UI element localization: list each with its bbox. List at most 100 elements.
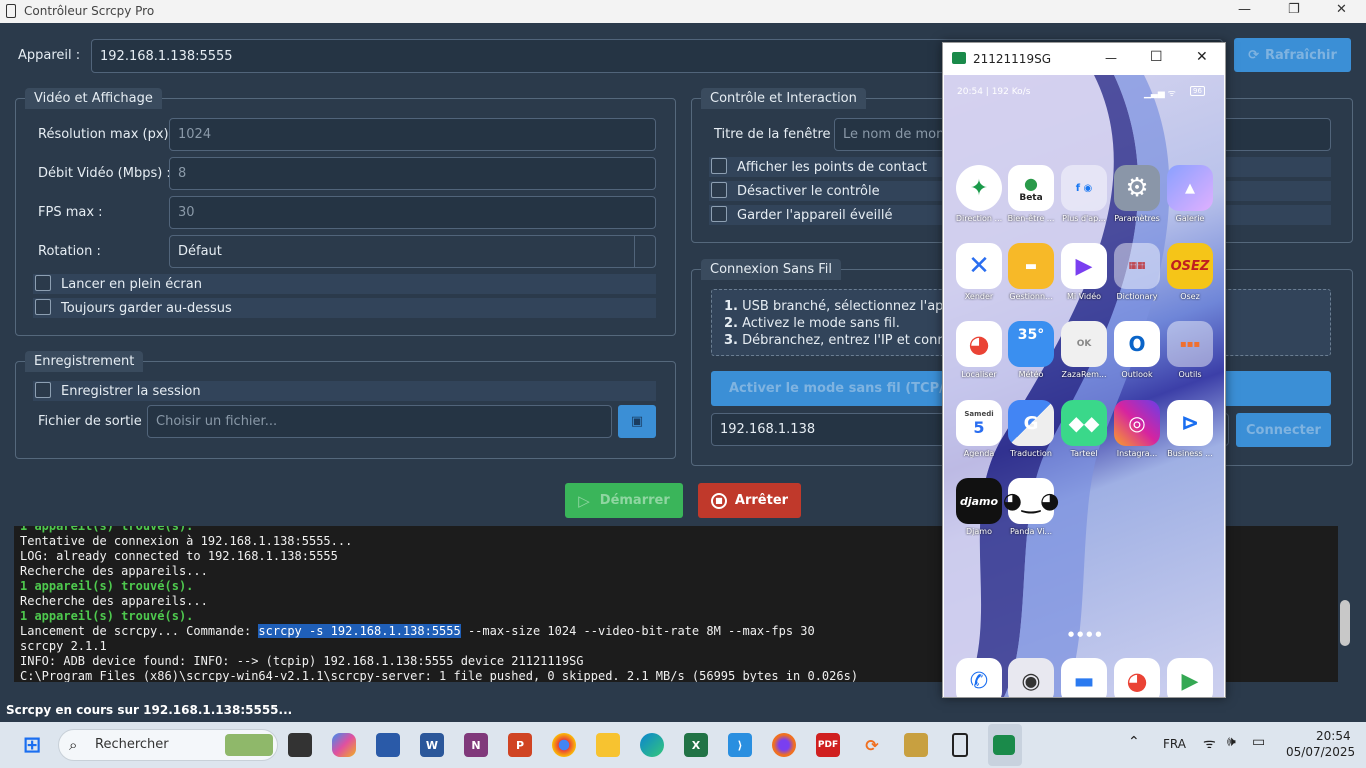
folder-apps-icon: f ◉ bbox=[1061, 165, 1107, 211]
firefox-icon[interactable] bbox=[772, 733, 796, 757]
bitrate-placeholder: 8 bbox=[178, 166, 187, 181]
awake-label: Garder l'appareil éveillé bbox=[737, 208, 893, 223]
taskbar: ⊞ ⌕ Rechercher W N P X ⟩ PDF ⟳ ⌃ FRA ᯤ 🕪… bbox=[0, 722, 1366, 768]
app-xender[interactable]: ✕ Xender bbox=[954, 243, 1004, 301]
log-selection: scrcpy -s 192.168.1.138:5555 bbox=[258, 624, 461, 638]
language-indicator[interactable]: FRA bbox=[1163, 737, 1186, 751]
record-group-title: Enregistrement bbox=[25, 351, 144, 372]
connect-button[interactable]: Connecter bbox=[1236, 413, 1331, 447]
onenote-icon[interactable]: N bbox=[464, 733, 488, 757]
chrome-taskbar-icon[interactable] bbox=[552, 733, 576, 757]
stop-button[interactable]: ■ Arrêter bbox=[698, 483, 801, 518]
app-business[interactable]: ⊳ Business ... bbox=[1165, 400, 1215, 458]
dock-camera[interactable]: ◉ bbox=[1006, 658, 1056, 697]
excel-icon[interactable]: X bbox=[684, 733, 708, 757]
phone-close-icon[interactable]: ✕ bbox=[1196, 49, 1208, 65]
vscode-icon[interactable]: ⟩ bbox=[728, 733, 752, 757]
touches-checkbox[interactable] bbox=[711, 158, 727, 174]
clock-time[interactable]: 20:54 bbox=[1316, 729, 1351, 743]
word-icon[interactable]: W bbox=[420, 733, 444, 757]
phone-maximize-icon[interactable]: ☐ bbox=[1150, 49, 1163, 65]
instruction-step-2: 2. Activez le mode sans fil. bbox=[724, 316, 900, 331]
taskbar-search[interactable]: ⌕ Rechercher bbox=[58, 729, 278, 761]
start-label: Démarrer bbox=[599, 493, 670, 508]
app-zazaremote[interactable]: OK ZazaRem... bbox=[1059, 321, 1109, 379]
loading-app-icon[interactable]: ⟳ bbox=[860, 733, 884, 757]
minimize-icon[interactable]: — bbox=[1238, 2, 1251, 17]
app-label: Localiser bbox=[961, 370, 997, 379]
fullscreen-checkbox[interactable] bbox=[35, 275, 51, 291]
app-agenda[interactable]: Samedi 5 Agenda bbox=[954, 400, 1004, 458]
phone-screen[interactable]: 20:54 | 192 Ko/s ▁▃▅ ᯤ 96 ✦ Direction ...… bbox=[944, 75, 1224, 697]
console-scrollbar[interactable] bbox=[1340, 600, 1350, 646]
app-label: Outlook bbox=[1121, 370, 1153, 379]
disable-control-checkbox[interactable] bbox=[711, 182, 727, 198]
app-mi-video[interactable]: ▶ Mi Vidéo bbox=[1059, 243, 1109, 301]
dock-phone[interactable]: ✆ bbox=[954, 658, 1004, 697]
pdf-app-icon[interactable]: PDF bbox=[816, 733, 840, 757]
start-button[interactable]: ▷ Démarrer bbox=[565, 483, 683, 518]
phone-mirror-window[interactable]: 21121119SG — ☐ ✕ 20:54 | 192 Ko/s ▁▃▅ ᯤ … bbox=[942, 42, 1226, 698]
powerpoint-icon[interactable]: P bbox=[508, 733, 532, 757]
windows-start-icon[interactable]: ⊞ bbox=[20, 733, 44, 758]
volume-icon[interactable]: 🕪 bbox=[1227, 734, 1236, 750]
app-outils[interactable]: ▪▪▪ Outils bbox=[1165, 321, 1215, 379]
step-1-text: USB branché, sélectionnez l'appare bbox=[742, 299, 973, 314]
task-view-icon[interactable] bbox=[288, 733, 312, 757]
app-instagram[interactable]: ◎ Instagra... bbox=[1112, 400, 1162, 458]
folder-browse-button[interactable]: ▣ bbox=[618, 405, 656, 438]
fps-input[interactable]: 30 bbox=[169, 196, 656, 229]
app-traduction[interactable]: G Traduction bbox=[1006, 400, 1056, 458]
app-bien-etre[interactable]: ● Beta Bien-être ... bbox=[1006, 165, 1056, 223]
app-localiser[interactable]: ◕ Localiser bbox=[954, 321, 1004, 379]
app-meteo[interactable]: 35° Météo bbox=[1006, 321, 1056, 379]
edge-icon[interactable] bbox=[640, 733, 664, 757]
app-label: Direction ... bbox=[955, 214, 1003, 223]
window-title-label: Titre de la fenêtre : bbox=[714, 127, 840, 142]
dock-messages[interactable]: ▬ bbox=[1059, 658, 1109, 697]
dock-playstore[interactable]: ▶ bbox=[1165, 658, 1215, 697]
rotation-select[interactable]: Défaut bbox=[169, 235, 656, 268]
output-file-input[interactable]: Choisir un fichier... bbox=[147, 405, 612, 438]
app-outlook[interactable]: O Outlook bbox=[1112, 321, 1162, 379]
beta-text: Beta bbox=[1019, 192, 1043, 203]
resolution-input[interactable]: 1024 bbox=[169, 118, 656, 151]
app-folder-plus[interactable]: f ◉ Plus d'ap... bbox=[1059, 165, 1109, 223]
copilot-icon[interactable] bbox=[332, 733, 356, 757]
app-panda[interactable]: ◕‿◕ Panda Vi... bbox=[1003, 478, 1059, 536]
awake-checkbox[interactable] bbox=[711, 206, 727, 222]
app-dictionary[interactable]: ▦▦ Dictionary bbox=[1112, 243, 1162, 301]
log-text: Lancement de scrcpy... Commande: bbox=[20, 624, 259, 638]
scrcpy-taskbar-icon[interactable] bbox=[993, 735, 1015, 755]
gallery-app-icon[interactable] bbox=[904, 733, 928, 757]
play-icon: ▷ bbox=[578, 491, 590, 510]
app-osez[interactable]: OSEZ Osez bbox=[1165, 243, 1215, 301]
app-parametres[interactable]: ⚙ Paramètres bbox=[1112, 165, 1162, 223]
app-galerie[interactable]: ▲ Galerie bbox=[1165, 165, 1215, 223]
tray-chevron-icon[interactable]: ⌃ bbox=[1128, 734, 1140, 750]
record-checkbox[interactable] bbox=[35, 382, 51, 398]
restore-icon[interactable]: ❐ bbox=[1288, 2, 1300, 17]
wifi-icon[interactable]: ᯤ bbox=[1203, 734, 1216, 753]
file-explorer-icon[interactable] bbox=[596, 733, 620, 757]
phone-minimize-icon[interactable]: — bbox=[1105, 51, 1117, 65]
dictionary-folder-icon: ▦▦ bbox=[1114, 243, 1160, 289]
device-label: Appareil : bbox=[18, 48, 81, 63]
app-tarteel[interactable]: ◆◆ Tarteel bbox=[1059, 400, 1109, 458]
app-direction[interactable]: ✦ Direction ... bbox=[954, 165, 1004, 223]
app-gestionnaire[interactable]: ▬ Gestionn... bbox=[1006, 243, 1056, 301]
close-icon[interactable]: ✕ bbox=[1336, 2, 1347, 17]
ontop-checkbox[interactable] bbox=[35, 299, 51, 315]
bitrate-input[interactable]: 8 bbox=[169, 157, 656, 190]
clock-date[interactable]: 05/07/2025 bbox=[1286, 745, 1355, 759]
phone-title: 21121119SG bbox=[973, 52, 1051, 66]
phone-app-icon[interactable] bbox=[952, 733, 968, 757]
status-bar: Scrcpy en cours sur 192.168.1.138:5555..… bbox=[0, 700, 1366, 722]
refresh-button[interactable]: ⟳ Rafraîchir bbox=[1234, 38, 1351, 72]
osez-icon: OSEZ bbox=[1167, 243, 1213, 289]
app-djamo[interactable]: djamo Djamo bbox=[954, 478, 1004, 536]
battery-tray-icon[interactable]: ▭ bbox=[1252, 734, 1265, 750]
notepad-icon[interactable] bbox=[376, 733, 400, 757]
dock-chrome[interactable]: ◕ bbox=[1112, 658, 1162, 697]
tarteel-icon: ◆◆ bbox=[1061, 400, 1107, 446]
